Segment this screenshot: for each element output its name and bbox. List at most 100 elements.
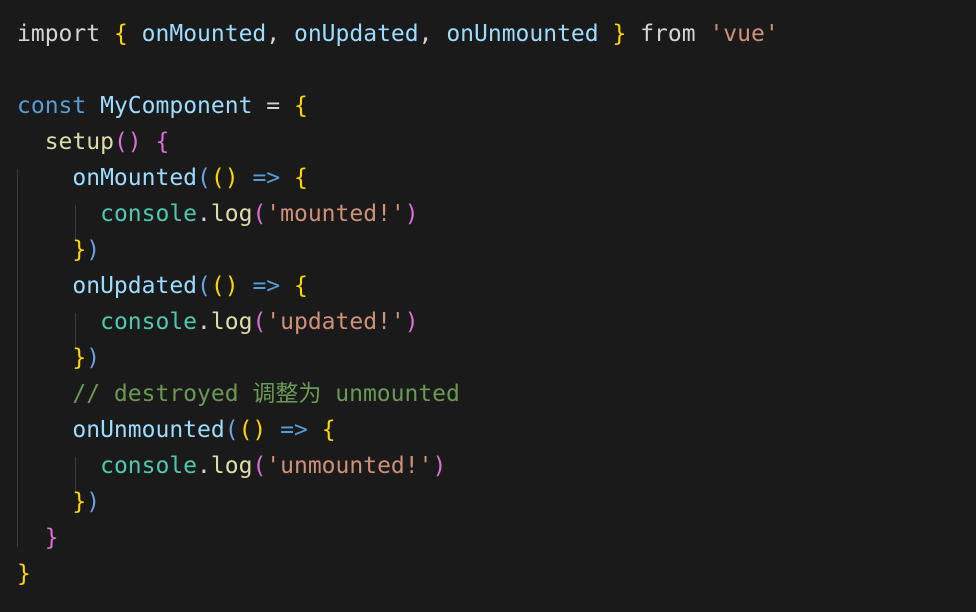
code-token: () [210, 165, 239, 191]
code-token: console [100, 309, 198, 335]
code-token: ) [86, 489, 101, 515]
code-token: ) [432, 453, 447, 479]
code-editor-surface: import { onMounted, onUpdated, onUnmount… [0, 0, 976, 612]
code-token: () [210, 273, 239, 299]
code-token: setup [44, 129, 114, 155]
code-token: console [100, 453, 198, 479]
code-token: . [197, 201, 211, 227]
code-token: 'unmounted!' [266, 453, 433, 479]
code-token: log [210, 309, 253, 335]
code-token: => [280, 417, 308, 443]
code-token: ) [86, 237, 101, 263]
code-token: } [44, 525, 59, 551]
code-token: ( [197, 273, 211, 299]
code-token: 'vue' [709, 21, 779, 47]
code-line[interactable]: } [17, 556, 976, 592]
code-token: () [238, 417, 267, 443]
code-token: => [252, 273, 281, 299]
code-line[interactable]: }) [17, 484, 976, 520]
code-line[interactable]: } [17, 520, 976, 556]
code-token: { [294, 273, 308, 299]
code-token: ( [224, 417, 239, 443]
code-token: { [113, 21, 128, 47]
code-token: { [155, 129, 170, 155]
code-line[interactable]: setup() { [17, 124, 976, 160]
code-token: 'mounted!' [266, 201, 405, 227]
code-token: onUpdated [72, 273, 198, 299]
code-line[interactable]: console.log('unmounted!') [17, 448, 976, 484]
code-token: onMounted [141, 21, 267, 47]
code-token: from [626, 21, 710, 47]
code-token: } [72, 237, 87, 263]
code-token: { [321, 417, 336, 443]
code-token: log [210, 453, 253, 479]
code-token: { [294, 165, 308, 191]
code-token: , [266, 21, 294, 47]
code-token: = [266, 93, 281, 119]
code-token: } [612, 21, 627, 47]
code-line[interactable] [17, 52, 976, 88]
code-line[interactable]: // destroyed 调整为 unmounted [17, 376, 976, 412]
code-token: ( [252, 201, 267, 227]
code-content: import { onMounted, onUpdated, onUnmount… [17, 16, 976, 592]
code-token: => [252, 165, 281, 191]
code-token: ( [252, 453, 267, 479]
code-token: console [100, 201, 198, 227]
code-line[interactable]: onUnmounted(() => { [17, 412, 976, 448]
code-line[interactable]: console.log('updated!') [17, 304, 976, 340]
code-token: const [17, 93, 87, 119]
code-line[interactable]: onMounted(() => { [17, 160, 976, 196]
code-token: 'updated!' [266, 309, 405, 335]
code-token: } [72, 489, 87, 515]
code-token: onMounted [72, 165, 198, 191]
code-line[interactable]: }) [17, 232, 976, 268]
code-token: ( [197, 165, 211, 191]
code-token: onUnmounted [72, 417, 225, 443]
code-line[interactable]: console.log('mounted!') [17, 196, 976, 232]
code-token: . [197, 453, 211, 479]
code-line[interactable]: onUpdated(() => { [17, 268, 976, 304]
code-token: ) [86, 345, 101, 371]
code-token: log [210, 201, 253, 227]
code-line[interactable]: }) [17, 340, 976, 376]
code-token: } [72, 345, 87, 371]
code-token: onUpdated [293, 21, 419, 47]
code-token: , [418, 21, 447, 47]
code-line[interactable]: import { onMounted, onUpdated, onUnmount… [17, 16, 976, 52]
code-token: { [294, 93, 308, 119]
code-token: ( [252, 309, 267, 335]
code-line[interactable]: const MyComponent = { [17, 88, 976, 124]
code-token: // destroyed 调整为 unmounted [72, 381, 460, 407]
code-token: onUnmounted [446, 21, 599, 47]
code-token: () [113, 129, 142, 155]
code-token: } [17, 561, 31, 587]
code-token: ) [404, 309, 419, 335]
code-token: ) [404, 201, 419, 227]
code-token: import [17, 21, 114, 47]
code-token: MyComponent [100, 93, 253, 119]
